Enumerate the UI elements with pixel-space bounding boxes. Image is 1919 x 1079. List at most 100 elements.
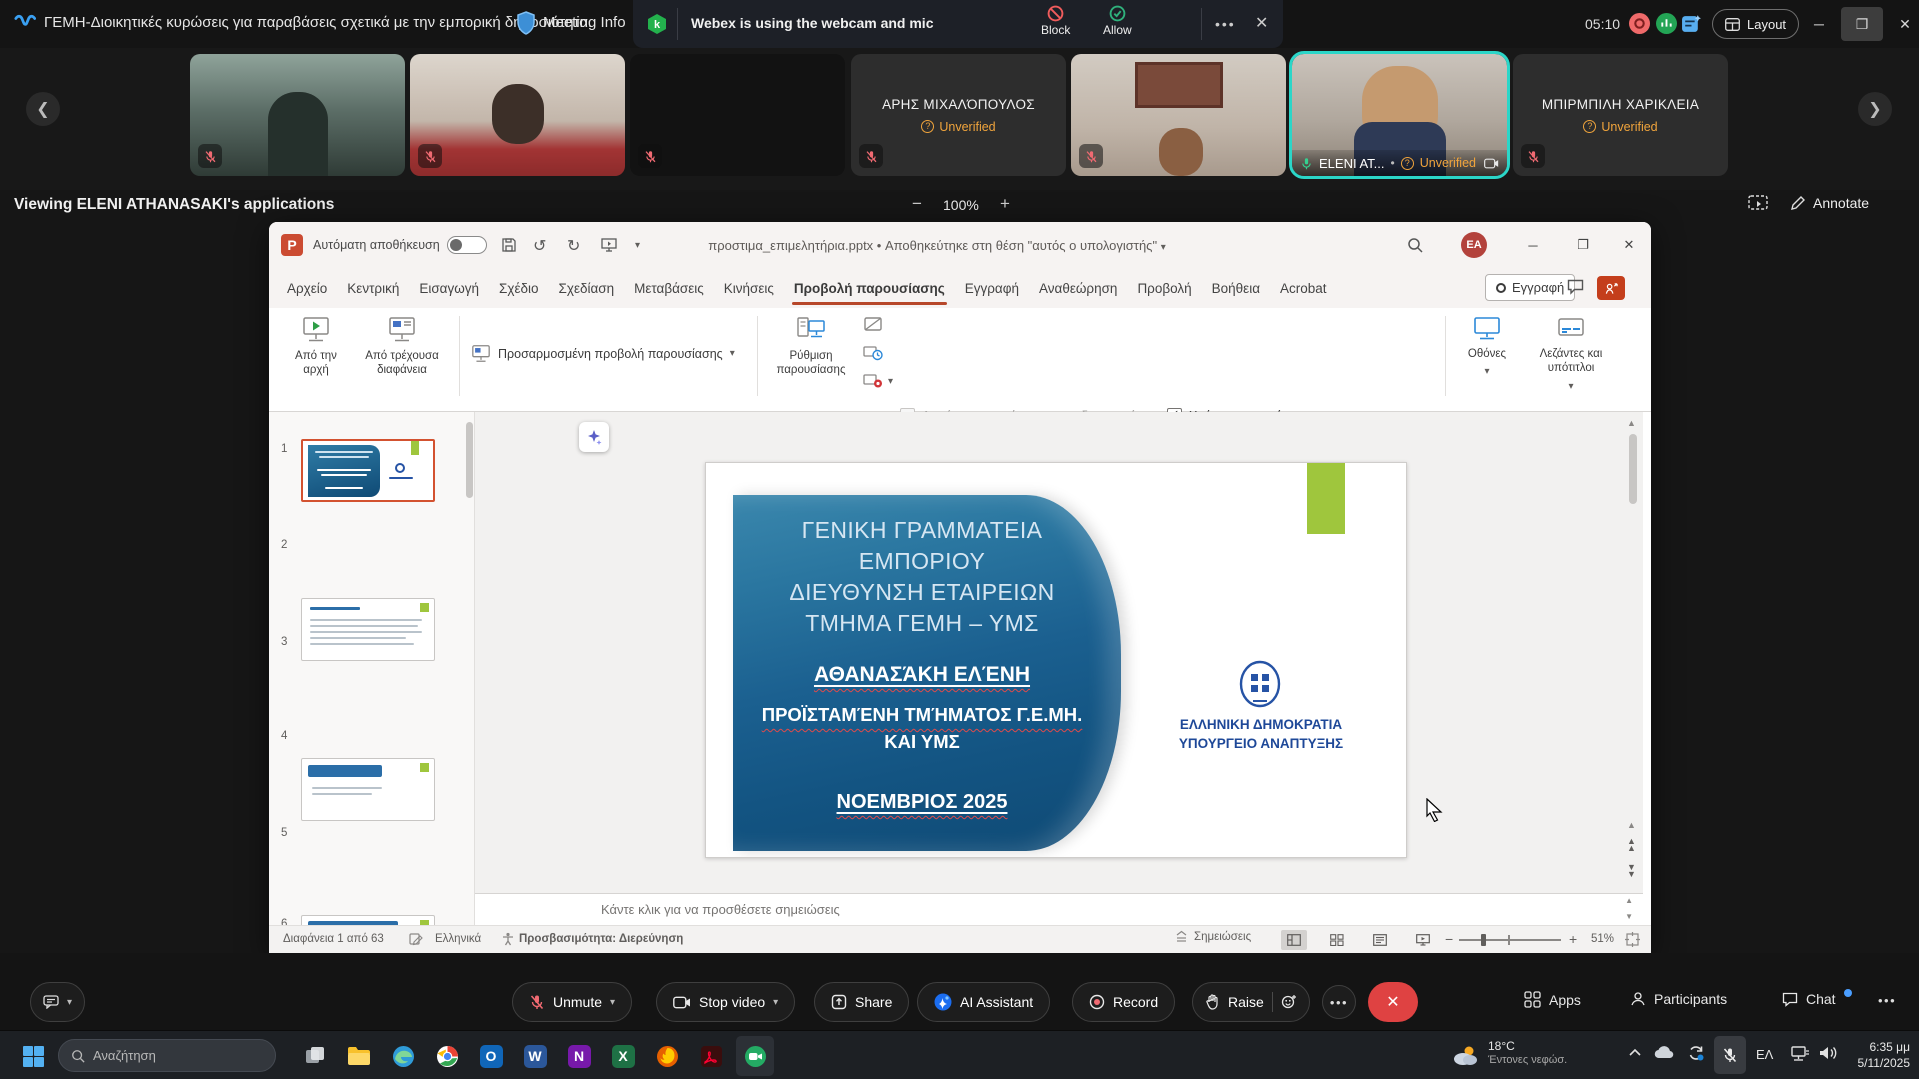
redo-icon[interactable]: ↻ <box>567 236 580 256</box>
meeting-info-button[interactable]: Meeting Info <box>543 14 626 31</box>
notification-more-button[interactable]: ••• <box>1215 16 1236 32</box>
slide-editor[interactable]: ΓΕΝΙΚΗ ΓΡΑΜΜΑΤΕΙΑ ΕΜΠΟΡΙΟΥ ΔΙΕΥΘΥΝΣΗ ΕΤΑ… <box>705 462 1407 858</box>
tab-animations[interactable]: Κινήσεις <box>714 268 784 308</box>
firefox-icon[interactable] <box>648 1036 686 1076</box>
window-close-button[interactable]: ✕ <box>1884 7 1919 41</box>
ppt-close-button[interactable]: ✕ <box>1609 230 1649 260</box>
previous-slide-button[interactable]: ▲▲ <box>1627 838 1636 852</box>
participant-tile-6-active-speaker[interactable]: ELENI AT... • ? Unverified <box>1292 54 1507 176</box>
taskbar-clock[interactable]: 6:35 μμ 5/11/2025 <box>1846 1039 1910 1071</box>
participant-tile-1[interactable] <box>190 54 405 176</box>
tab-draw[interactable]: Σχεδίαση <box>549 268 625 308</box>
accessibility-status[interactable]: Προσβασιμότητα: Διερεύνηση <box>519 933 683 945</box>
display-settings-icon[interactable] <box>409 932 423 946</box>
stop-video-button[interactable]: Stop video ▾ <box>656 982 795 1022</box>
undo-icon[interactable]: ↺ <box>533 236 546 256</box>
strip-prev-button[interactable]: ❮ <box>26 92 60 126</box>
slide-thumbnail-3[interactable] <box>301 758 435 821</box>
reading-view-button[interactable] <box>1367 930 1393 950</box>
weather-icon[interactable] <box>1446 1036 1484 1076</box>
record-slideshow-button[interactable]: ▾ <box>863 372 893 390</box>
tab-design[interactable]: Σχέδιο <box>489 268 548 308</box>
share-button[interactable]: Share <box>814 982 909 1022</box>
tab-help[interactable]: Βοήθεια <box>1202 268 1270 308</box>
participant-tile-4[interactable]: ΑΡΗΣ ΜΙΧΑΛΌΠΟΥΛΟΣ ?Unverified <box>851 54 1066 176</box>
canvas-scroll-down-icon[interactable]: ▲ <box>1627 820 1636 830</box>
record-indicator-icon[interactable] <box>1629 13 1650 34</box>
slideshow-quick-icon[interactable] <box>601 237 617 253</box>
window-minimize-button[interactable]: ─ <box>1798 7 1840 41</box>
webex-taskbar-icon-active[interactable] <box>736 1036 774 1076</box>
more-options-button[interactable]: ••• <box>1322 985 1356 1019</box>
captions-button[interactable]: ▾ <box>30 982 85 1022</box>
ppt-maximize-button[interactable]: ❐ <box>1563 230 1603 260</box>
from-beginning-button[interactable]: Από την αρχή <box>283 308 349 378</box>
autosave-toggle[interactable] <box>447 236 487 254</box>
panel-more-button[interactable]: ••• <box>1878 993 1896 1008</box>
zoom-slider-track[interactable] <box>1459 939 1561 941</box>
zoom-out-button[interactable]: − <box>1445 931 1453 947</box>
tab-transitions[interactable]: Μεταβάσεις <box>624 268 714 308</box>
slide-thumbnail-4[interactable] <box>301 915 435 925</box>
accessibility-icon[interactable] <box>501 932 515 946</box>
search-icon[interactable] <box>1407 237 1423 253</box>
setup-slideshow-button[interactable]: Ρύθμιση παρουσίασης <box>767 308 855 378</box>
edge-icon[interactable] <box>384 1036 422 1076</box>
leave-meeting-button[interactable]: ✕ <box>1368 982 1418 1022</box>
taskbar-search[interactable]: Αναζήτηση <box>58 1039 276 1072</box>
sync-update-icon[interactable] <box>1686 1043 1706 1063</box>
slide-sorter-view-button[interactable] <box>1324 930 1350 950</box>
tab-home[interactable]: Κεντρική <box>337 268 409 308</box>
thumbnails-scrollbar[interactable] <box>466 422 473 498</box>
zoom-in-button[interactable]: + <box>1000 194 1010 214</box>
slideshow-view-button[interactable] <box>1410 930 1436 950</box>
weather-widget[interactable]: 18°C Έντονες νεφώσ. <box>1488 1039 1567 1066</box>
layout-button[interactable]: Layout <box>1712 9 1799 39</box>
volume-icon[interactable] <box>1818 1044 1838 1062</box>
custom-slideshow-button[interactable]: Προσαρμοσμένη προβολή παρουσίασης ▾ <box>471 344 735 363</box>
captions-subtitles-button[interactable]: Λεζάντες και υπότιτλοι ▾ <box>1521 308 1621 393</box>
language-indicator[interactable]: ΕΛ <box>1756 1047 1773 1062</box>
rehearse-timings-icon[interactable] <box>863 344 883 362</box>
zoom-out-button[interactable]: − <box>912 194 922 214</box>
connection-stats-icon[interactable] <box>1656 13 1677 34</box>
ppt-minimize-button[interactable]: ─ <box>1513 230 1553 260</box>
canvas-scrollbar[interactable] <box>1629 434 1637 504</box>
tab-record[interactable]: Εγγραφή <box>955 268 1029 308</box>
tab-acrobat[interactable]: Acrobat <box>1270 268 1337 308</box>
record-button[interactable]: Record <box>1072 982 1175 1022</box>
zoom-in-button[interactable]: + <box>1569 931 1577 947</box>
tab-review[interactable]: Αναθεώρηση <box>1029 268 1127 308</box>
tray-expand-icon[interactable] <box>1628 1047 1642 1057</box>
participant-tile-2[interactable] <box>410 54 625 176</box>
fit-to-window-icon[interactable] <box>1625 932 1640 947</box>
next-slide-button[interactable]: ▼▼ <box>1627 864 1636 878</box>
acrobat-icon[interactable] <box>692 1036 730 1076</box>
participant-tile-3[interactable] <box>630 54 845 176</box>
slide-thumbnail-1-selected[interactable] <box>301 439 435 502</box>
hide-slide-icon[interactable] <box>863 316 883 334</box>
unmute-button[interactable]: Unmute ▾ <box>512 982 632 1022</box>
notes-scroll-up-icon[interactable]: ▲ <box>1625 896 1633 905</box>
notification-close-icon[interactable]: ✕ <box>1255 13 1268 33</box>
language-status[interactable]: Ελληνικά <box>435 933 481 945</box>
share-presentation-button[interactable] <box>1597 276 1625 300</box>
quick-access-more-icon[interactable]: ▾ <box>635 240 640 251</box>
file-explorer-icon[interactable] <box>340 1036 378 1076</box>
block-button[interactable]: Block <box>1041 5 1070 37</box>
from-current-slide-button[interactable]: Από τρέχουσα διαφάνεια <box>353 308 451 378</box>
tray-mic-muted-button[interactable] <box>1714 1036 1746 1074</box>
excel-icon[interactable]: X <box>604 1036 642 1076</box>
ribbon-record-button[interactable]: Εγγραφή <box>1485 274 1575 301</box>
onedrive-icon[interactable] <box>1654 1045 1674 1059</box>
participant-tile-7[interactable]: ΜΠΙΡΜΠΙΛΗ ΧΑΡΙΚΛΕΙΑ ?Unverified <box>1513 54 1728 176</box>
notes-scroll-down-icon[interactable]: ▼ <box>1625 912 1633 921</box>
participant-tile-5[interactable] <box>1071 54 1286 176</box>
participants-button[interactable]: Participants <box>1630 991 1727 1007</box>
notes-panel-icon[interactable] <box>1681 13 1702 34</box>
zoom-percentage[interactable]: 51% <box>1591 933 1614 945</box>
save-icon[interactable] <box>501 237 517 253</box>
ai-assistant-button[interactable]: AI Assistant <box>917 982 1050 1022</box>
network-icon[interactable] <box>1790 1045 1810 1063</box>
shield-icon[interactable] <box>516 11 536 35</box>
